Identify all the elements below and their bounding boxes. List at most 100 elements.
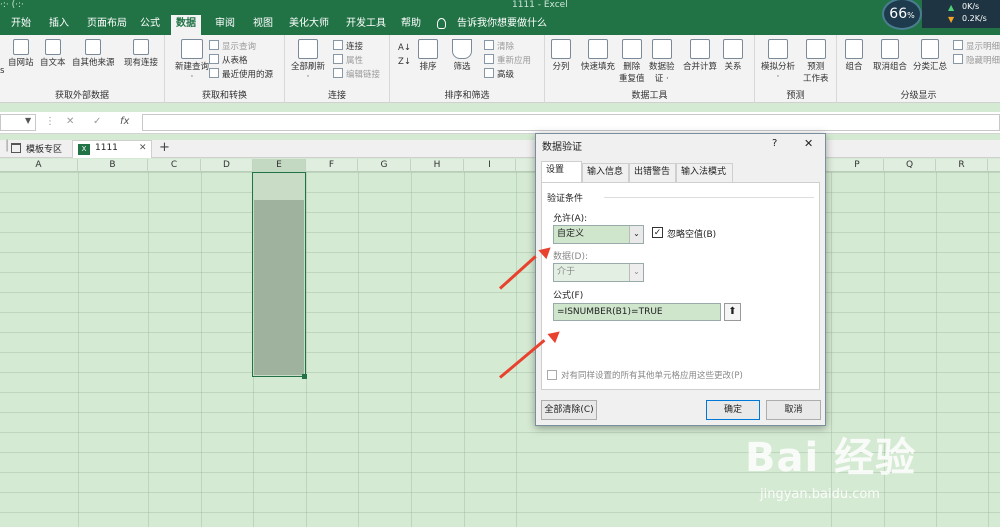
column-header-d[interactable]: D (201, 159, 253, 172)
flash-fill-button[interactable]: 快速填充 (581, 39, 615, 72)
tab-view[interactable]: 视图 (248, 15, 278, 35)
tab-developer[interactable]: 开发工具 (341, 15, 391, 35)
close-tab-icon[interactable]: ✕ (139, 143, 147, 153)
split-columns-icon (551, 39, 571, 59)
grid-line (411, 172, 412, 527)
cancel-button[interactable]: 取消 (766, 400, 821, 420)
ignore-blank-checkbox[interactable]: ✓ (652, 227, 663, 238)
group-forecast: 模拟分析 · 预测 工作表 预测 (755, 35, 837, 103)
name-box[interactable]: ▼ (0, 114, 36, 131)
new-query-button[interactable]: 新建查询 · (175, 39, 209, 82)
group-label: 排序和筛选 (444, 91, 490, 101)
selected-range-fill (254, 200, 304, 375)
help-button[interactable]: ? (772, 138, 777, 149)
show-detail-button[interactable]: 显示明细 (953, 40, 1000, 52)
group-label: 获取和转换 (201, 91, 247, 101)
text-to-columns-button[interactable]: 分列 (551, 39, 571, 72)
column-header-a[interactable]: A (0, 159, 78, 172)
allow-value: 自定义 (557, 229, 585, 239)
grid-line (936, 172, 937, 527)
column-header-f[interactable]: F (306, 159, 358, 172)
grid-line (201, 172, 202, 527)
ungroup-button[interactable]: 取消组合 (873, 39, 907, 72)
group-get-external-data: s 自网站 自文本 自其他来源 现有连接 获取外部数据 (0, 35, 165, 103)
clear-all-button[interactable]: 全部清除(C) (541, 400, 597, 420)
template-tab[interactable]: 模板专区 (26, 142, 62, 155)
refresh-all-button[interactable]: 全部刷新 · (291, 39, 325, 82)
edit-links-button[interactable]: 编辑链接 (333, 68, 380, 80)
column-header-h[interactable]: H (411, 159, 464, 172)
sidebar-toggle-icon[interactable]: │ (4, 141, 10, 152)
reapply-button[interactable]: 重新应用 (484, 54, 531, 66)
connections-button[interactable]: 连接 (333, 40, 363, 52)
title-bar: ·:· (·:· 1111 - Excel (0, 0, 1000, 12)
relationships-button[interactable]: 关系 (723, 39, 743, 72)
tab-review[interactable]: 审阅 (210, 15, 240, 35)
hide-detail-button[interactable]: 隐藏明细 (953, 54, 1000, 66)
file-tab[interactable]: X 1111 ✕ (72, 140, 152, 158)
column-header-r[interactable]: R (936, 159, 988, 172)
column-header-c[interactable]: C (148, 159, 201, 172)
forecast-sheet-button[interactable]: 预测 工作表 (803, 39, 829, 84)
ok-button[interactable]: 确定 (706, 400, 760, 420)
add-tab-button[interactable]: + (159, 140, 170, 155)
tab-ime-mode[interactable]: 输入法模式 (676, 163, 733, 182)
from-text-button[interactable]: 自文本 (40, 39, 66, 68)
cancel-icon[interactable]: ✕ (66, 116, 74, 127)
relationships-icon (723, 39, 743, 59)
insert-function-icon[interactable]: fx (120, 116, 129, 127)
tab-error-alert[interactable]: 出错警告 (629, 163, 676, 182)
chevron-down-icon: ⌄ (629, 264, 643, 281)
clear-filter-button[interactable]: 清除 (484, 40, 514, 52)
show-queries-button[interactable]: 显示查询 (209, 40, 256, 52)
recent-sources-button[interactable]: 最近使用的源 (209, 68, 273, 80)
from-other-sources-button[interactable]: 自其他来源 (72, 39, 115, 68)
fill-handle[interactable] (302, 374, 307, 379)
what-if-icon (768, 39, 788, 59)
column-header-p[interactable]: P (831, 159, 884, 172)
from-web-button[interactable]: 自网站 (8, 39, 34, 68)
tab-page-layout[interactable]: 页面布局 (82, 15, 132, 35)
grid-line (988, 172, 989, 527)
sort-button[interactable]: 排序 (418, 39, 438, 72)
data-validation-button[interactable]: 数据验证 · (649, 39, 675, 84)
collapse-dialog-icon[interactable]: ⬆ (724, 303, 741, 321)
sort-az-icon[interactable]: A↓ Z↓ (398, 41, 411, 69)
confirm-icon[interactable]: ✓ (93, 116, 101, 127)
group-button[interactable]: 组合 (845, 39, 863, 72)
apply-all-checkbox[interactable] (547, 370, 557, 380)
tab-help[interactable]: 帮助 (396, 15, 426, 35)
tab-input-message[interactable]: 输入信息 (582, 163, 629, 182)
remove-duplicates-icon (621, 39, 642, 59)
formula-input[interactable]: =ISNUMBER(B1)=TRUE (553, 303, 721, 321)
grid-line (78, 172, 79, 527)
tab-data[interactable]: 数据 (171, 15, 201, 35)
column-header-g[interactable]: G (358, 159, 411, 172)
tab-formulas[interactable]: 公式 (135, 15, 165, 35)
consolidate-button[interactable]: 合并计算 (683, 39, 717, 72)
tab-beautify[interactable]: 美化大师 (284, 15, 334, 35)
existing-connections-button[interactable]: 现有连接 (124, 39, 158, 68)
other-sources-icon (85, 39, 102, 55)
formula-input[interactable] (142, 114, 1000, 131)
column-header-i[interactable]: I (464, 159, 516, 172)
subtotal-button[interactable]: 分类汇总 (913, 39, 947, 72)
filter-button[interactable]: 筛选 (452, 39, 472, 72)
tab-settings[interactable]: 设置 (541, 161, 582, 183)
table-icon (209, 54, 219, 64)
allow-select[interactable]: 自定义 ⌄ (553, 225, 644, 244)
what-if-button[interactable]: 模拟分析 · (761, 39, 795, 82)
column-header-e[interactable]: E (253, 159, 306, 172)
remove-duplicates-button[interactable]: 删除 重复值 (619, 39, 645, 84)
properties-button[interactable]: 属性 (333, 54, 363, 66)
column-header-q[interactable]: Q (884, 159, 936, 172)
close-icon[interactable]: ✕ (804, 137, 813, 150)
from-table-button[interactable]: 从表格 (209, 54, 248, 66)
tab-home[interactable]: 开始 (6, 15, 36, 35)
tell-me-search[interactable]: 告诉我你想要做什么 (452, 15, 552, 35)
group-outline: 组合 取消组合 分类汇总 显示明细 隐藏明细 分级显示 (837, 35, 1000, 103)
grid-line (306, 172, 307, 527)
column-header-b[interactable]: B (78, 159, 148, 172)
advanced-filter-button[interactable]: 高级 (484, 68, 514, 80)
tab-insert[interactable]: 插入 (44, 15, 74, 35)
